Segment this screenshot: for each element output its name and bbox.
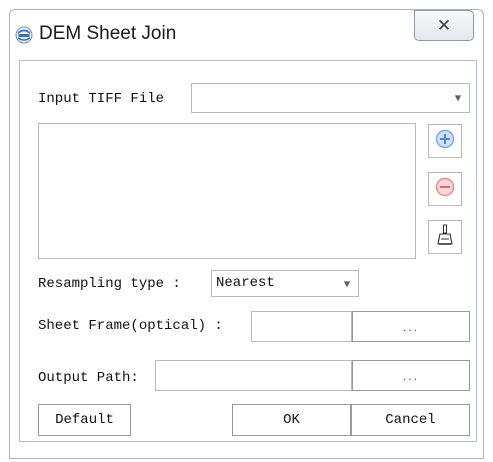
app-logo-icon [15, 26, 33, 44]
input-file-list[interactable] [38, 123, 416, 259]
remove-file-button[interactable] [428, 172, 462, 206]
minus-circle-icon [435, 177, 455, 202]
dialog-window: DEM Sheet Join ✕ Input TIFF File ▼ Resam… [0, 0, 493, 462]
output-path-label: Output Path: [38, 370, 139, 386]
chevron-down-icon: ▼ [454, 93, 461, 103]
sheet-frame-input[interactable] [251, 311, 352, 342]
default-button[interactable]: Default [38, 404, 131, 436]
ok-button-label: OK [283, 412, 300, 428]
cancel-button-label: Cancel [385, 412, 436, 428]
ok-button[interactable]: OK [232, 404, 351, 436]
resampling-type-select[interactable]: Nearest ▼ [211, 270, 359, 297]
add-file-button[interactable] [428, 124, 462, 158]
output-path-input[interactable] [155, 360, 352, 391]
output-path-browse-button[interactable]: ... [352, 360, 470, 391]
resampling-type-value: Nearest [216, 275, 275, 291]
window-title: DEM Sheet Join [39, 23, 177, 44]
input-tiff-combo[interactable]: ▼ [191, 83, 470, 113]
sheet-frame-browse-button[interactable]: ... [352, 311, 470, 342]
sheet-frame-label: Sheet Frame(optical) : [38, 318, 223, 334]
broom-icon [436, 224, 454, 251]
clear-list-button[interactable] [428, 220, 462, 254]
plus-circle-icon [435, 129, 455, 154]
close-button[interactable]: ✕ [414, 10, 474, 41]
default-button-label: Default [55, 412, 114, 428]
browse-label: ... [402, 319, 419, 334]
chevron-down-icon: ▼ [343, 279, 350, 288]
input-tiff-label: Input TIFF File [38, 91, 165, 107]
browse-label: ... [402, 368, 419, 383]
cancel-button[interactable]: Cancel [351, 404, 470, 436]
close-icon: ✕ [436, 15, 452, 36]
resampling-type-label: Resampling type : [38, 276, 181, 292]
